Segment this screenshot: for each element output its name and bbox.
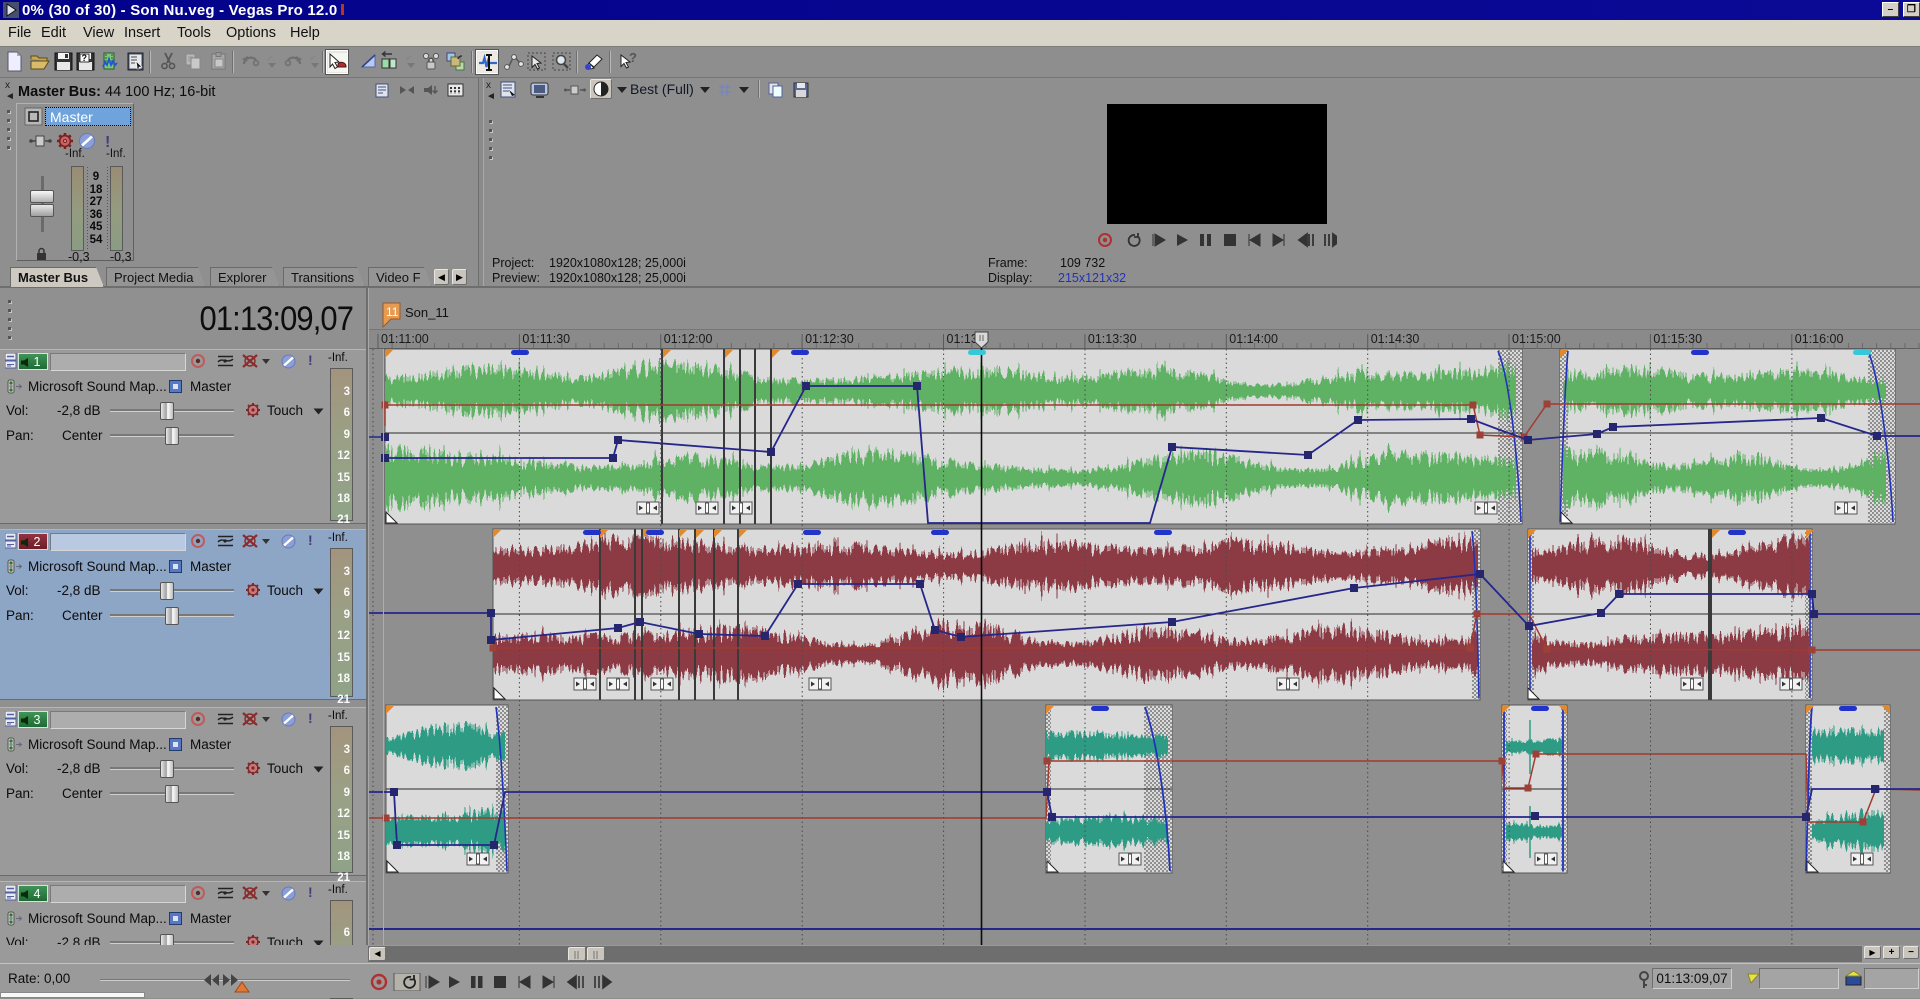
svg-text:?: ? xyxy=(82,53,88,63)
svg-text:?: ? xyxy=(629,51,637,65)
